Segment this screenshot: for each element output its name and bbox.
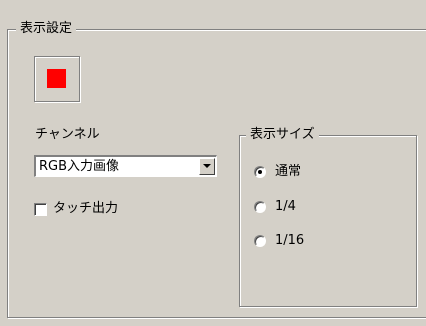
display-settings-panel: 表示設定 チャンネル RGB入力画像 タッチ出力 表示サイズ 通常 1/4 1/… <box>0 0 426 326</box>
channel-label: チャンネル <box>35 127 100 142</box>
chevron-down-icon[interactable] <box>199 158 215 175</box>
radio-selected-dot <box>258 170 262 174</box>
radio-circle[interactable] <box>254 235 266 247</box>
radio-label-quarter[interactable]: 1/4 <box>275 199 296 215</box>
color-select-button[interactable] <box>34 56 80 102</box>
radio-label-sixteenth[interactable]: 1/16 <box>275 233 304 249</box>
channel-select[interactable]: RGB入力画像 <box>34 155 217 177</box>
display-size-group <box>239 135 417 307</box>
radio-label-normal[interactable]: 通常 <box>275 164 301 180</box>
touch-output-label[interactable]: タッチ出力 <box>53 201 118 217</box>
radio-circle[interactable] <box>254 201 266 213</box>
radio-circle[interactable] <box>254 166 266 178</box>
display-settings-title: 表示設定 <box>16 21 77 37</box>
checkbox-box[interactable] <box>34 203 47 216</box>
channel-select-value: RGB入力画像 <box>39 159 120 174</box>
color-swatch <box>47 69 66 88</box>
display-size-title: 表示サイズ <box>246 127 319 143</box>
